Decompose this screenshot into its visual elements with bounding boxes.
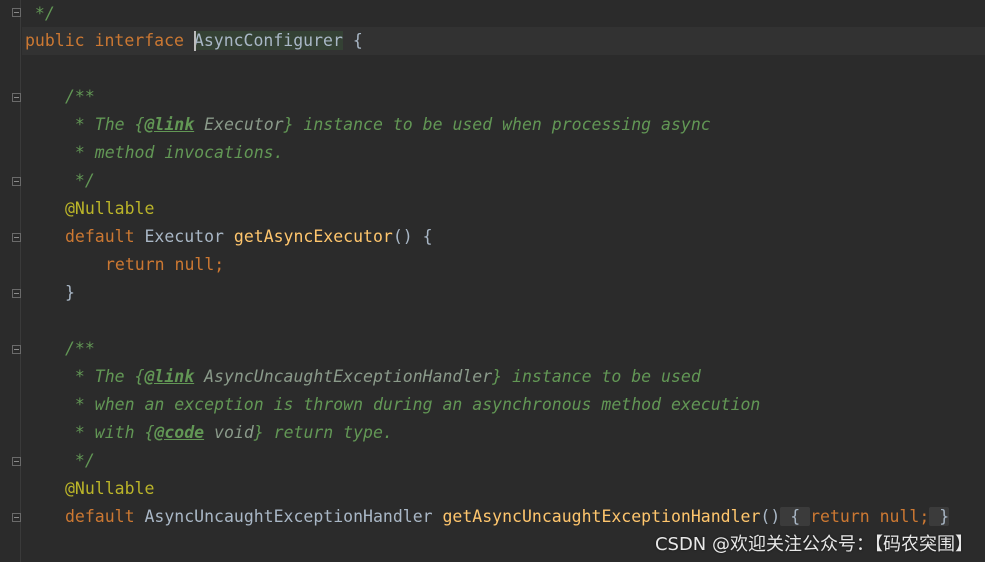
keyword: public — [25, 31, 85, 50]
fold-start-icon[interactable] — [12, 233, 21, 242]
gutter-divider — [20, 0, 21, 562]
folded-code-region[interactable]: { — [780, 507, 811, 526]
code-line: */ — [65, 171, 95, 190]
method-name: getAsyncExecutor — [233, 227, 393, 246]
code-line: */ — [25, 4, 55, 23]
code-line: /** — [65, 339, 95, 358]
code-line: */ — [65, 451, 95, 470]
code-line: } — [65, 283, 75, 302]
keyword: interface — [94, 31, 184, 50]
folded-code-region[interactable]: } — [929, 507, 950, 526]
code-line: * The {@link Executor} instance to be us… — [65, 115, 711, 134]
interface-name: AsyncConfigurer — [193, 30, 343, 51]
fold-start-icon[interactable] — [12, 345, 21, 354]
fold-end-icon[interactable] — [12, 289, 21, 298]
code-line-interface-declaration[interactable]: public interface AsyncConfigurer { — [25, 27, 363, 55]
fold-expand-icon[interactable] — [12, 513, 21, 522]
fold-start-icon[interactable] — [12, 93, 21, 102]
code-line: return null; — [105, 255, 225, 274]
annotation: @Nullable — [65, 199, 155, 218]
code-line: * The {@link AsyncUncaughtExceptionHandl… — [65, 367, 701, 386]
fold-end-icon[interactable] — [12, 8, 21, 17]
annotation: @Nullable — [65, 479, 155, 498]
code-line-method-declaration: default AsyncUncaughtExceptionHandler ge… — [65, 507, 950, 526]
fold-end-icon[interactable] — [12, 457, 21, 466]
code-line-method-declaration: default Executor getAsyncExecutor() { — [65, 227, 433, 246]
doc-tag: @code — [154, 423, 205, 442]
doc-tag: @link — [144, 367, 195, 386]
method-name: getAsyncUncaughtExceptionHandler — [442, 507, 761, 526]
editor-gutter — [0, 0, 22, 562]
text-caret — [193, 30, 196, 51]
code-line: /** — [65, 87, 95, 106]
fold-end-icon[interactable] — [12, 177, 21, 186]
watermark: CSDN @欢迎关注公众号：【码农突围】 — [654, 534, 973, 555]
code-line: * method invocations. — [65, 143, 284, 162]
doc-tag: @link — [144, 115, 195, 134]
code-line: * when an exception is thrown during an … — [65, 395, 761, 414]
code-line: * with {@code void} return type. — [65, 423, 393, 442]
